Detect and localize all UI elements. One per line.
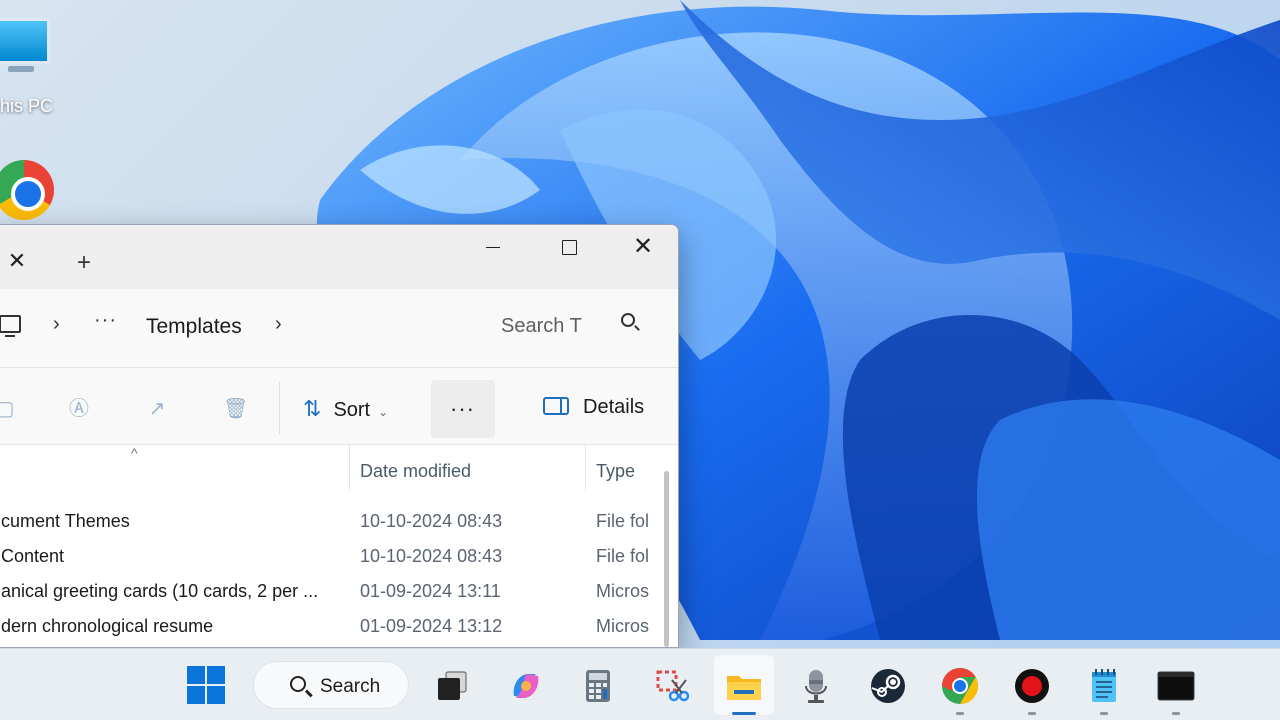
tab-close-button[interactable]: ✕ [5,249,29,273]
recorder-running-indicator [1028,712,1036,715]
file-name: cument Themes [1,511,130,531]
close-window-button[interactable]: ✕ [628,233,658,261]
desktop-icon-this-pc[interactable]: his PC [0,10,70,116]
terminal-icon[interactable] [1156,666,1196,706]
this-pc-icon[interactable] [0,315,21,337]
search-placeholder: Search T [501,315,582,337]
monitor-stand-icon [8,66,34,72]
maximize-button[interactable] [554,235,584,259]
file-explorer-icon[interactable] [724,666,764,706]
vertical-scrollbar[interactable] [664,471,669,647]
file-name: dern chronological resume [1,616,214,636]
details-pane-icon [543,397,569,415]
file-row[interactable]: dern chronological resume 01-09-2024 13:… [0,608,651,642]
breadcrumb-chevron-icon[interactable]: › [275,313,282,336]
start-tile [187,666,205,684]
this-pc-icon [0,18,50,64]
file-date: 10-10-2024 08:43 [360,511,503,531]
calculator-icon[interactable] [578,666,618,706]
start-tile [207,686,225,704]
notepad-running-indicator [1100,712,1108,715]
more-options-icon: ··· [450,396,475,421]
column-divider[interactable] [349,445,350,491]
file-type: File fol [596,511,650,531]
file-row[interactable]: cument Themes 10-10-2024 08:43 File fol [0,503,651,537]
steam-icon[interactable] [868,666,908,706]
sort-label: Sort [333,399,371,421]
search-icon [290,676,306,692]
taskbar: Search [0,648,1280,720]
notepad-icon[interactable] [1084,666,1124,706]
chevron-down-icon: ⌄ [378,405,389,419]
microphone-icon[interactable] [796,666,836,706]
search-icon [621,313,635,327]
taskbar-search-button[interactable]: Search [253,661,409,709]
snipping-tool-icon[interactable] [652,666,692,706]
desktop-icon-chrome[interactable] [0,160,54,222]
chrome-icon [0,160,54,220]
address-bar: › ··· Templates › Search T [0,289,678,367]
toolbar-divider [279,382,280,434]
this-pc-label: his PC [0,96,54,116]
breadcrumb-templates[interactable]: Templates [146,315,242,339]
terminal-running-indicator [1172,712,1180,715]
sort-button[interactable]: ⇅ Sort ⌄ [303,396,388,422]
task-view-icon[interactable] [434,666,474,706]
column-header-date-modified[interactable]: Date modified [360,461,471,482]
file-list: cument Themes 10-10-2024 08:43 File fol … [0,495,678,647]
file-date: 10-10-2024 08:43 [360,546,503,566]
file-row[interactable]: Content 10-10-2024 08:43 File fol [0,538,651,572]
search-input[interactable]: Search T [481,299,661,349]
share-icon[interactable]: ↗ [145,398,169,420]
sort-arrows-icon: ⇅ [303,396,322,421]
details-label: Details [583,396,645,418]
file-name: anical greeting cards (10 cards, 2 per .… [1,581,319,601]
minimize-button[interactable] [478,235,508,259]
explorer-active-indicator [732,712,756,715]
recorder-icon[interactable] [1012,666,1052,706]
file-name: Content [1,546,65,566]
taskbar-search-label: Search [320,676,381,697]
details-pane-button[interactable]: Details [543,396,644,419]
copilot-icon[interactable] [506,666,546,706]
command-bar: ▢ Ⓐ ↗ 🗑 ⇅ Sort ⌄ ··· Details [0,367,678,445]
copy-icon[interactable]: ▢ [0,398,17,420]
file-row[interactable]: anical greeting cards (10 cards, 2 per .… [0,573,651,607]
column-header-type[interactable]: Type [596,461,635,482]
breadcrumb-overflow-button[interactable]: ··· [94,309,117,332]
file-date: 01-09-2024 13:12 [360,616,503,636]
file-explorer-window: ✕ + ✕ › ··· Templates › Search T ▢ Ⓐ ↗ 🗑… [0,224,679,648]
start-tile [207,666,225,684]
delete-icon[interactable]: 🗑 [223,398,248,420]
file-type: Micros [596,581,649,601]
chrome-icon[interactable] [940,666,980,706]
sort-caret-icon: ^ [131,445,138,461]
file-type: File fol [596,546,650,566]
column-headers: ^ Date modified Type [0,445,678,495]
title-bar: ✕ + ✕ [0,225,678,289]
column-divider[interactable] [585,445,586,491]
chrome-running-indicator [956,712,964,715]
rename-icon[interactable]: Ⓐ [67,398,91,420]
file-type: Micros [596,616,649,636]
breadcrumb-separator-icon[interactable]: › [53,313,60,336]
start-tile [187,686,205,704]
file-date: 01-09-2024 13:11 [360,581,501,601]
new-tab-button[interactable]: + [77,251,91,275]
start-button[interactable] [187,666,227,706]
see-more-button[interactable]: ··· [431,380,495,438]
